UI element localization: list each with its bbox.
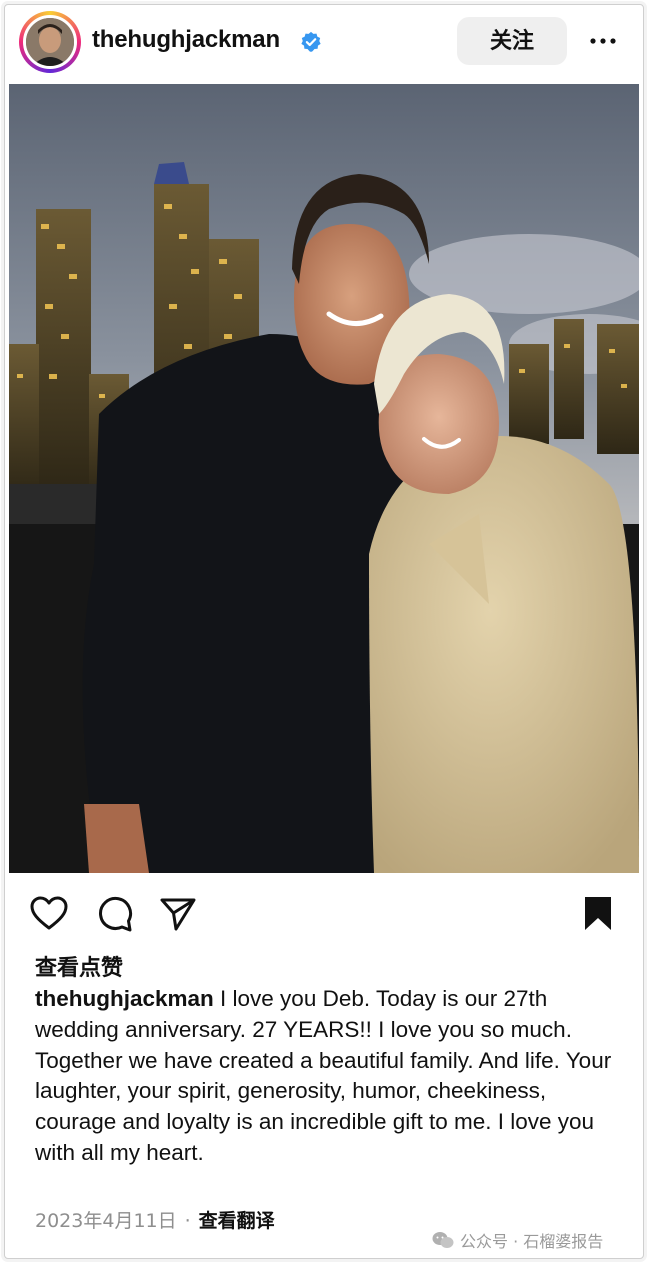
watermark-text: 公众号 · 石榴婆报告 [460,1232,604,1251]
couple-photo-image [9,84,639,873]
comment-icon[interactable] [95,894,135,934]
post-photo[interactable] [9,84,639,873]
post-header: thehughjackman 关注 [0,0,650,84]
follow-button[interactable]: 关注 [457,17,567,65]
avatar[interactable] [23,15,77,69]
send-icon[interactable] [158,894,198,934]
post-date: 2023年4月11日 [35,1210,177,1232]
bookmark-icon[interactable] [578,894,618,934]
post-caption: thehughjackman I love you Deb. Today is … [35,984,615,1169]
meta-separator: · [184,1210,191,1232]
view-likes-link[interactable]: 查看点赞 [35,950,123,982]
username[interactable]: thehughjackman [92,26,280,54]
see-translation-link[interactable]: 查看翻译 [199,1210,275,1232]
action-bar [0,880,650,940]
post-meta: 2023年4月11日 · 查看翻译 [35,1206,275,1233]
heart-icon[interactable] [29,894,69,934]
watermark: 公众号 · 石榴婆报告 [432,1228,603,1252]
more-horizontal-icon[interactable] [588,28,618,54]
caption-username[interactable]: thehughjackman [35,986,214,1011]
wechat-icon [432,1232,454,1248]
caption-text: I love you Deb. Today is our 27th weddin… [35,986,612,1165]
verified-badge-icon [301,31,321,52]
